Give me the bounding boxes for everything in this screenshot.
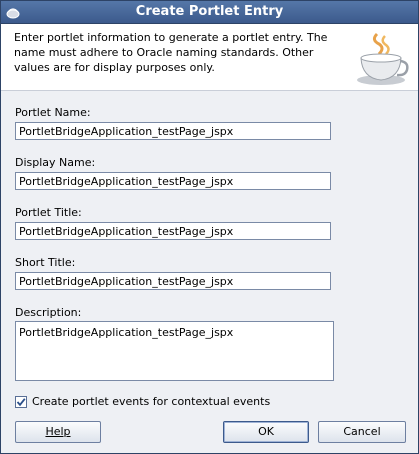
dialog-header: Enter portlet information to generate a …: [1, 24, 418, 91]
help-button[interactable]: Help: [15, 421, 101, 443]
description-textarea[interactable]: PortletBridgeApplication_testPage_jspx: [15, 321, 334, 381]
description-label: Description:: [15, 306, 82, 319]
display-name-label: Display Name:: [15, 156, 96, 169]
header-description: Enter portlet information to generate a …: [14, 31, 328, 74]
java-cup-icon: [357, 32, 409, 85]
ok-button[interactable]: OK: [223, 421, 309, 443]
short-title-label: Short Title:: [15, 256, 76, 269]
help-button-label: Help: [45, 425, 71, 438]
ok-button-label: OK: [258, 425, 274, 438]
window-title: Create Portlet Entry: [135, 4, 284, 19]
create-portlet-entry-dialog: Create Portlet Entry Enter portlet infor…: [0, 0, 419, 454]
short-title-input[interactable]: PortletBridgeApplication_testPage_jspx: [15, 272, 331, 290]
portlet-name-input[interactable]: PortletBridgeApplication_testPage_jspx: [15, 122, 331, 140]
create-events-label: Create portlet events for contextual eve…: [32, 395, 271, 408]
cancel-button-label: Cancel: [343, 425, 381, 438]
portlet-title-input[interactable]: PortletBridgeApplication_testPage_jspx: [15, 222, 331, 240]
portlet-title-label: Portlet Title:: [15, 206, 82, 219]
title-bar: Create Portlet Entry: [1, 1, 418, 24]
create-events-checkbox[interactable]: [15, 396, 27, 408]
cancel-button[interactable]: Cancel: [318, 421, 406, 443]
portlet-name-label: Portlet Name:: [15, 106, 91, 119]
checkmark-icon: [16, 398, 26, 407]
display-name-input[interactable]: PortletBridgeApplication_testPage_jspx: [15, 172, 331, 190]
